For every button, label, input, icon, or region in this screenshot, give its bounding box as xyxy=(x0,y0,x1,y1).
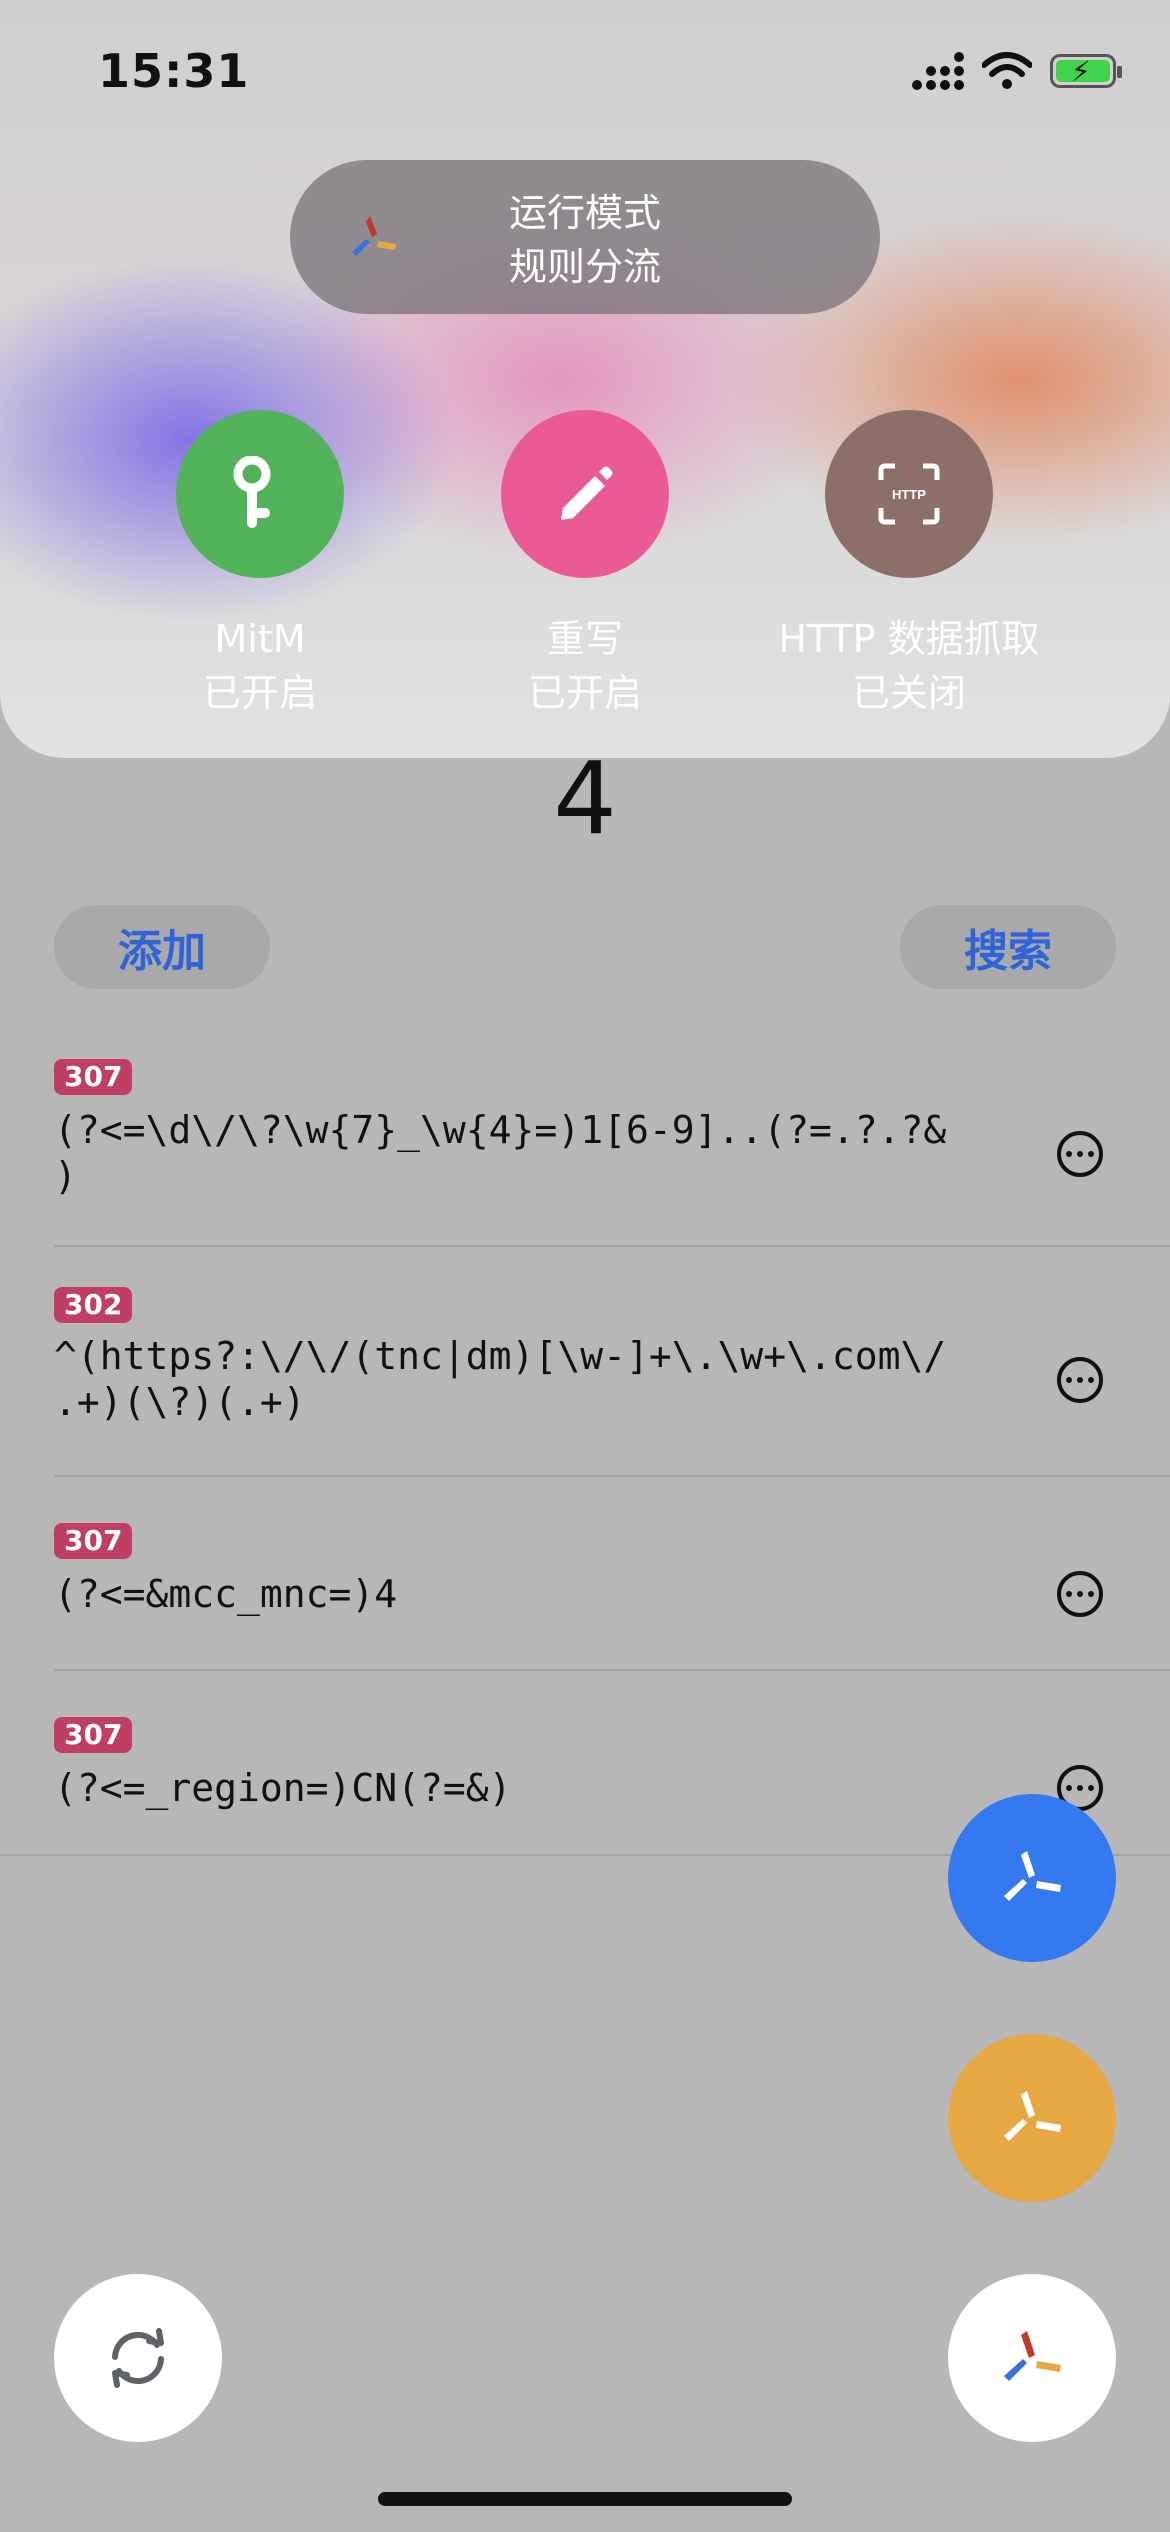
control-panel: 运行模式 规则分流 MitM 已开启 重写 已开启 HTTP HTTP 数据抓取… xyxy=(0,0,1170,758)
orange-fab-button[interactable] xyxy=(948,2034,1116,2202)
app-logo-icon xyxy=(1004,2331,1061,2381)
rule-list: 307 (?<=\d\/\?\w{7}_\w{4}=)1[6-9]..(?=.?… xyxy=(0,1045,1170,1859)
status-time: 15:31 xyxy=(98,44,250,98)
http-capture-toggle-button[interactable]: HTTP xyxy=(825,410,993,578)
more-icon[interactable] xyxy=(1057,1131,1103,1177)
more-icon[interactable] xyxy=(1057,1571,1103,1617)
svg-text:HTTP: HTTP xyxy=(892,487,926,502)
mitm-label: MitM xyxy=(214,617,306,661)
more-icon[interactable] xyxy=(1057,1357,1103,1403)
status-badge: 307 xyxy=(54,1717,133,1753)
rule-count: 4 xyxy=(553,740,617,857)
refresh-icon xyxy=(112,2328,164,2388)
rule-pattern: (?<=&mcc_mnc=)4 xyxy=(54,1572,398,1616)
propeller-icon xyxy=(1004,1851,1061,1901)
http-capture-label: HTTP 数据抓取 xyxy=(778,617,1040,661)
toggle-mitm[interactable]: MitM 已开启 xyxy=(90,410,430,720)
status-badge: 302 xyxy=(54,1287,133,1323)
status-badge: 307 xyxy=(54,1059,133,1095)
signal-icon xyxy=(912,52,964,90)
run-mode-value: 规则分流 xyxy=(508,245,661,289)
mitm-toggle-button[interactable] xyxy=(176,410,344,578)
add-button[interactable]: 添加 xyxy=(54,905,270,989)
http-capture-state: 已关闭 xyxy=(851,671,966,715)
list-item[interactable]: 307 (?<=\d\/\?\w{7}_\w{4}=)1[6-9]..(?=.?… xyxy=(54,1045,1170,1247)
blue-fab-button[interactable] xyxy=(948,1794,1116,1962)
rewrite-label: 重写 xyxy=(546,617,623,661)
battery-icon: ⚡ xyxy=(1050,54,1122,88)
rewrite-toggle-button[interactable] xyxy=(501,410,669,578)
list-item[interactable]: 307 (?<=&mcc_mnc=)4 xyxy=(54,1477,1170,1671)
list-item[interactable]: 302 ^(https?:\/\/(tnc|dm)[\w-]+\.\w+\.co… xyxy=(54,1247,1170,1477)
toggle-http-capture[interactable]: HTTP HTTP 数据抓取 已关闭 xyxy=(739,410,1079,720)
home-indicator[interactable] xyxy=(378,2492,792,2506)
run-mode-title: 运行模式 xyxy=(508,191,661,235)
propeller-icon xyxy=(1004,2091,1061,2141)
rewrite-state: 已开启 xyxy=(527,671,642,715)
key-icon xyxy=(233,456,271,528)
rule-pattern: ^(https?:\/\/(tnc|dm)[\w-]+\.\w+\.com\/ … xyxy=(54,1334,947,1424)
http-capture-icon: HTTP xyxy=(878,463,940,525)
status-badge: 307 xyxy=(54,1523,133,1559)
wifi-icon xyxy=(982,52,1032,89)
rule-pattern: (?<=\d\/\?\w{7}_\w{4}=)1[6-9]..(?=.?.?& … xyxy=(54,1108,947,1198)
rule-pattern: (?<=_region=)CN(?=&) xyxy=(54,1766,512,1810)
toggle-rewrite[interactable]: 重写 已开启 xyxy=(415,410,755,720)
mitm-state: 已开启 xyxy=(202,671,317,715)
pencil-icon xyxy=(561,466,613,520)
status-icons: ⚡ xyxy=(912,52,1122,90)
search-button[interactable]: 搜索 xyxy=(900,905,1116,989)
run-mode-button[interactable]: 运行模式 规则分流 xyxy=(290,160,880,314)
refresh-button[interactable] xyxy=(54,2274,222,2442)
connect-fab-button[interactable] xyxy=(948,2274,1116,2442)
